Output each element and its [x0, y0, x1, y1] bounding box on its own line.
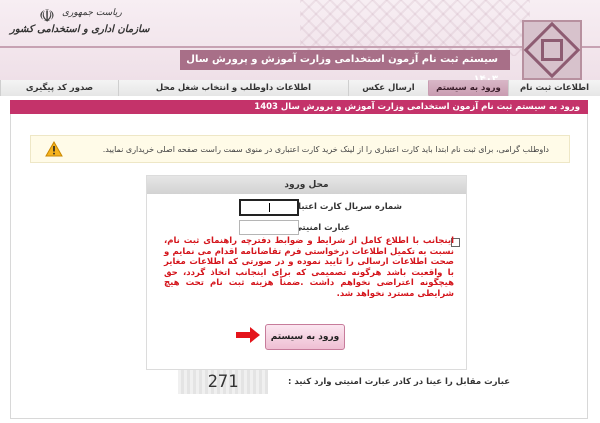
tab-login[interactable]: ورود به سیستم [423, 80, 508, 96]
serial-label: شماره سریال کارت اعتباری [285, 202, 402, 212]
captcha-image: 271 [178, 370, 268, 394]
tab-registration-info[interactable]: اطلاعات ثبت نام [508, 80, 600, 96]
serial-input[interactable] [239, 199, 299, 216]
org-name-line1: ریاست جمهوری [62, 8, 122, 18]
notice-box: داوطلب گرامی، برای ثبت نام ابتدا باید کا… [30, 135, 570, 163]
password-label: عبارت امنیتی [293, 223, 350, 233]
tab-applicant-info[interactable]: اطلاعات داوطلب و انتخاب شغل محل [118, 80, 348, 96]
site-header: ☫ ریاست جمهوری سازمان اداری و استخدامی ک… [0, 0, 600, 80]
password-input[interactable] [239, 220, 299, 235]
org-name-line2: سازمان اداری و استخدامی کشور [10, 24, 150, 35]
notice-text: داوطلب گرامی، برای ثبت نام ابتدا باید کا… [102, 145, 549, 154]
page-title: سیستم ثبت نام آزمون استخدامی وزارت آموزش… [180, 50, 510, 80]
login-submit-button[interactable]: ورود به سیستم [265, 324, 345, 350]
breadcrumb: ورود به سیستم ثبت نام آزمون استخدامی وزا… [10, 100, 588, 114]
tab-upload-photo[interactable]: ارسال عکس [348, 80, 428, 96]
warning-icon [45, 141, 63, 157]
tab-tracking-code[interactable]: صدور کد پیگیری [0, 80, 118, 96]
captcha-label: عبارت مقابل را عینا در کادر عبارت امنیتی… [288, 377, 510, 387]
pointer-arrow-icon [236, 327, 260, 343]
text-caret [269, 203, 270, 212]
tab-login-label: ورود به سیستم [436, 83, 501, 93]
login-panel: محل ورود شماره سریال کارت اعتباری عبارت … [146, 175, 467, 370]
step-nav: اطلاعات ثبت نام ورود به سیستم ارسال عکس … [0, 80, 600, 96]
header-stripe [0, 46, 600, 48]
site-logo [522, 20, 582, 80]
terms-text: اینجانب با اطلاع کامل از شرایط و ضوابط د… [164, 236, 454, 299]
logo-square-icon [541, 39, 563, 61]
login-heading: محل ورود [147, 176, 466, 194]
